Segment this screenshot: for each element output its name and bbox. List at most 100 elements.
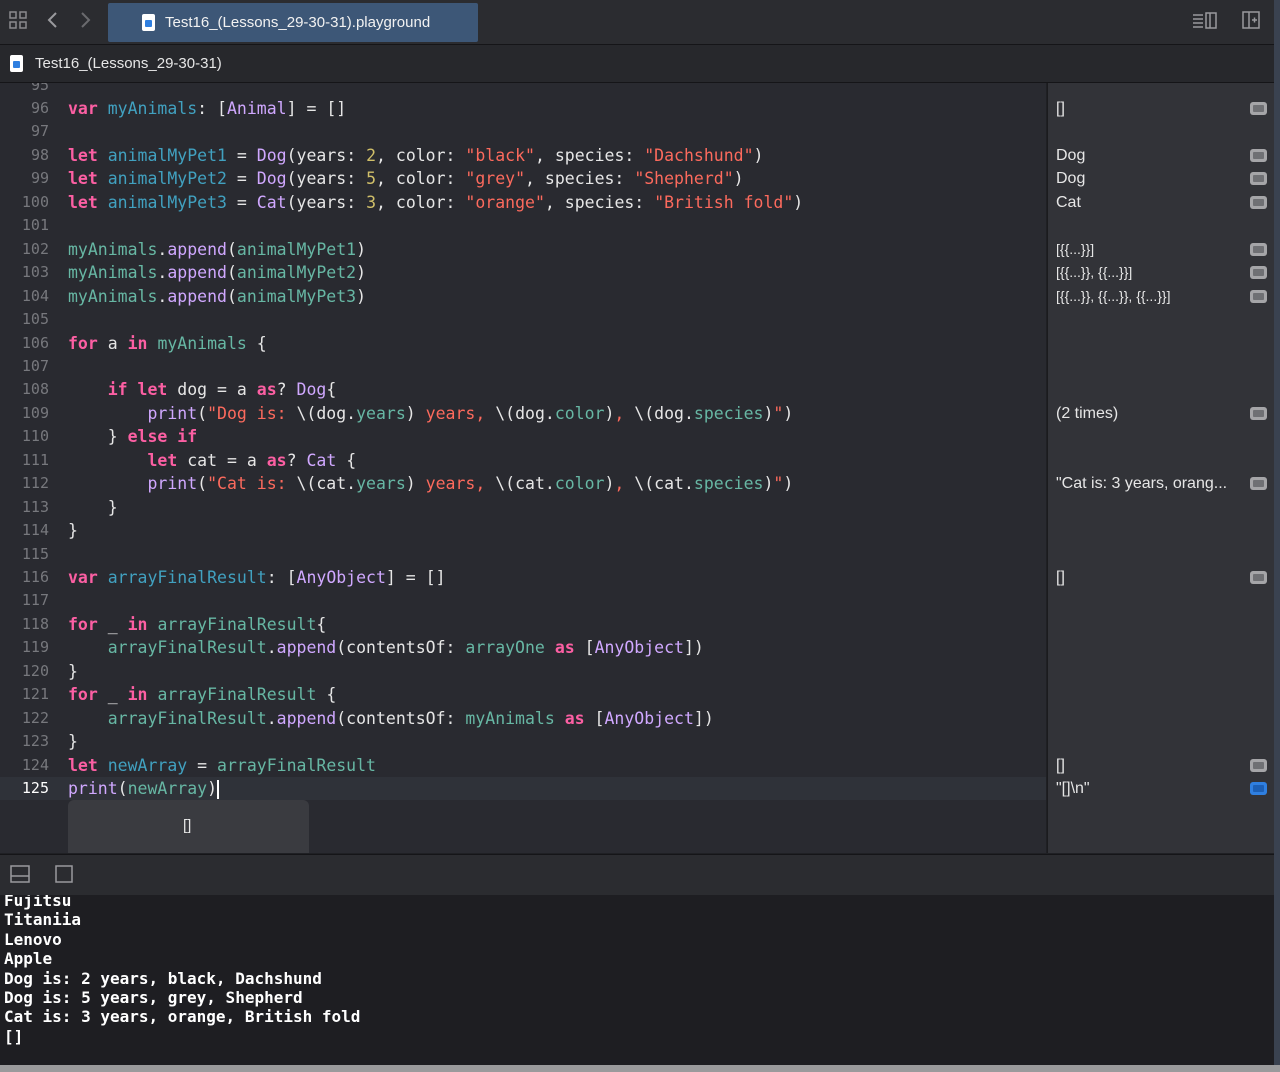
line-number: 115 xyxy=(21,544,49,563)
line-number: 117 xyxy=(21,591,49,610)
code-text: myAnimals.append(animalMyPet3) xyxy=(68,286,367,306)
code-line[interactable]: 104 myAnimals.append(animalMyPet3) xyxy=(0,285,1046,308)
code-line[interactable]: 112 print("Cat is: \(cat.years) years, \… xyxy=(0,472,1046,495)
code-text: } else if xyxy=(68,427,198,447)
tab-playground[interactable]: Test16_(Lessons_29-30-31).playground xyxy=(108,3,478,42)
code-text: print("Dog is: \(dog.years) years, \(dog… xyxy=(147,403,794,423)
line-number: 110 xyxy=(21,427,49,446)
add-editor-icon[interactable] xyxy=(1239,10,1263,34)
result-value: [{{...}}, {{...}}, {{...}}] xyxy=(1056,287,1171,304)
code-line[interactable]: 107 xyxy=(0,355,1046,378)
code-line[interactable]: 114} xyxy=(0,519,1046,542)
hide-debug-area-icon[interactable] xyxy=(8,863,32,887)
code-text: for a in myAnimals { xyxy=(68,333,267,353)
line-number: 124 xyxy=(21,755,49,774)
quick-look-icon[interactable] xyxy=(1250,102,1267,115)
line-number: 102 xyxy=(21,239,49,258)
code-text: myAnimals.append(animalMyPet1) xyxy=(68,239,367,259)
tab-label: Test16_(Lessons_29-30-31).playground xyxy=(165,14,431,31)
code-line[interactable]: 113 } xyxy=(0,496,1046,519)
line-number: 109 xyxy=(21,403,49,422)
editor-options-icon[interactable] xyxy=(1190,10,1220,34)
code-line[interactable]: 123} xyxy=(0,730,1046,753)
code-line[interactable]: 109 print("Dog is: \(dog.years) years, \… xyxy=(0,402,1046,425)
code-line[interactable]: 106 for a in myAnimals { xyxy=(0,332,1046,355)
code-line[interactable]: 122 arrayFinalResult.append(contentsOf: … xyxy=(0,707,1046,730)
code-line[interactable]: 98 let animalMyPet1 = Dog(years: 2, color… xyxy=(0,144,1046,167)
code-line[interactable]: 99 let animalMyPet2 = Dog(years: 5, color… xyxy=(0,167,1046,190)
line-number: 111 xyxy=(21,450,49,469)
chevron-left-icon[interactable] xyxy=(41,10,65,34)
line-number: 104 xyxy=(21,286,49,305)
inline-result-popup[interactable]: [] xyxy=(68,800,309,853)
breadcrumb[interactable]: Test16_(Lessons_29-30-31) xyxy=(35,55,222,72)
code-line[interactable]: 100 let animalMyPet3 = Cat(years: 3, colo… xyxy=(0,191,1046,214)
console-output[interactable]: Fujitsu Titaniia Lenovo Apple Dog is: 2 year… xyxy=(0,895,1274,1065)
quick-look-icon[interactable] xyxy=(1250,571,1267,584)
chevron-right-icon[interactable] xyxy=(73,10,97,34)
quick-look-icon[interactable] xyxy=(1250,289,1267,303)
line-number: 98 xyxy=(30,145,49,164)
current-code-line[interactable]: 125 print(newArray) xyxy=(0,777,1046,801)
code-text: for _ in arrayFinalResult{ xyxy=(68,614,327,634)
code-line[interactable]: 103 myAnimals.append(animalMyPet2) xyxy=(0,261,1046,284)
code-line[interactable]: 110 } else if xyxy=(0,425,1046,448)
code-line[interactable]: 97 xyxy=(0,120,1046,143)
jump-bar: Test16_(Lessons_29-30-31) xyxy=(0,45,1274,83)
code-text: myAnimals.append(animalMyPet2) xyxy=(68,263,367,283)
quick-look-icon[interactable] xyxy=(1250,266,1267,280)
swift-file-icon xyxy=(10,55,23,72)
console-line: Dog is: 5 years, grey, Shepherd xyxy=(4,988,303,1007)
quick-look-icon[interactable] xyxy=(1250,758,1267,772)
code-line[interactable]: 108 if let dog = a as? Dog{ xyxy=(0,378,1046,401)
line-number: 107 xyxy=(21,356,49,375)
code-line[interactable]: 96 var myAnimals: [Animal] = [] xyxy=(0,97,1046,120)
quick-look-icon[interactable] xyxy=(1250,195,1267,209)
code-line[interactable]: 118 for _ in arrayFinalResult{ xyxy=(0,613,1046,636)
code-text: var myAnimals: [Animal] = [] xyxy=(68,99,347,118)
code-line[interactable]: 102 myAnimals.append(animalMyPet1) xyxy=(0,238,1046,261)
result-value: [] xyxy=(1056,756,1065,774)
line-number: 103 xyxy=(21,263,49,282)
code-line[interactable]: 116 var arrayFinalResult: [AnyObject] = [… xyxy=(0,566,1046,589)
code-text: let cat = a as? Cat { xyxy=(147,450,357,470)
console-line: Apple xyxy=(4,949,53,969)
quick-look-icon[interactable] xyxy=(1250,406,1267,420)
result-value: Cat xyxy=(1056,193,1081,211)
code-line[interactable]: 115 xyxy=(0,543,1046,566)
console-line: Cat is: 3 years, orange, British fold xyxy=(4,1007,361,1027)
quick-look-icon[interactable] xyxy=(1250,477,1267,491)
code-line[interactable]: 120} xyxy=(0,660,1046,683)
code-line[interactable]: 121 for _ in arrayFinalResult { xyxy=(0,683,1046,706)
grid-icon[interactable] xyxy=(6,10,30,34)
code-text: print("Cat is: \(cat.years) years, \(cat… xyxy=(147,474,794,494)
result-value: [] xyxy=(1056,569,1065,586)
code-text: var arrayFinalResult: [AnyObject] = [] xyxy=(68,568,446,587)
line-number: 119 xyxy=(21,638,49,657)
quick-look-icon[interactable] xyxy=(1250,242,1267,256)
quick-look-icon[interactable] xyxy=(1250,148,1267,162)
code-text: arrayFinalResult.append(contentsOf: arra… xyxy=(107,638,704,658)
code-line[interactable]: 119 arrayFinalResult.append(contentsOf: … xyxy=(0,636,1046,659)
code-line[interactable]: 117 xyxy=(0,589,1046,612)
debug-bar xyxy=(0,854,1274,896)
code-line[interactable]: 124 let newArray = arrayFinalResult xyxy=(0,754,1046,777)
inline-result-value: [] xyxy=(183,817,192,834)
code-editor[interactable]: 95 96 var myAnimals: [Animal] = [] 97 98 let … xyxy=(0,83,1046,853)
result-value: [{{...}}, {{...}}] xyxy=(1056,264,1133,281)
code-text: let newArray = arrayFinalResult xyxy=(68,755,376,775)
code-text: arrayFinalResult.append(contentsOf: myAn… xyxy=(107,708,714,728)
line-number: 113 xyxy=(21,497,49,516)
quick-look-icon[interactable] xyxy=(1250,172,1267,186)
code-line[interactable]: 105 xyxy=(0,308,1046,331)
console-icon[interactable] xyxy=(52,863,76,887)
swift-file-icon xyxy=(142,14,155,31)
result-value: "Cat is: 3 years, orang... xyxy=(1056,475,1228,493)
line-number: 123 xyxy=(21,732,49,751)
line-number: 108 xyxy=(21,380,49,399)
code-line[interactable]: 101 xyxy=(0,214,1046,237)
line-number: 120 xyxy=(21,661,49,680)
quick-look-active-icon[interactable] xyxy=(1250,782,1267,796)
code-line[interactable]: 111 let cat = a as? Cat { xyxy=(0,449,1046,472)
code-text: } xyxy=(68,732,78,752)
